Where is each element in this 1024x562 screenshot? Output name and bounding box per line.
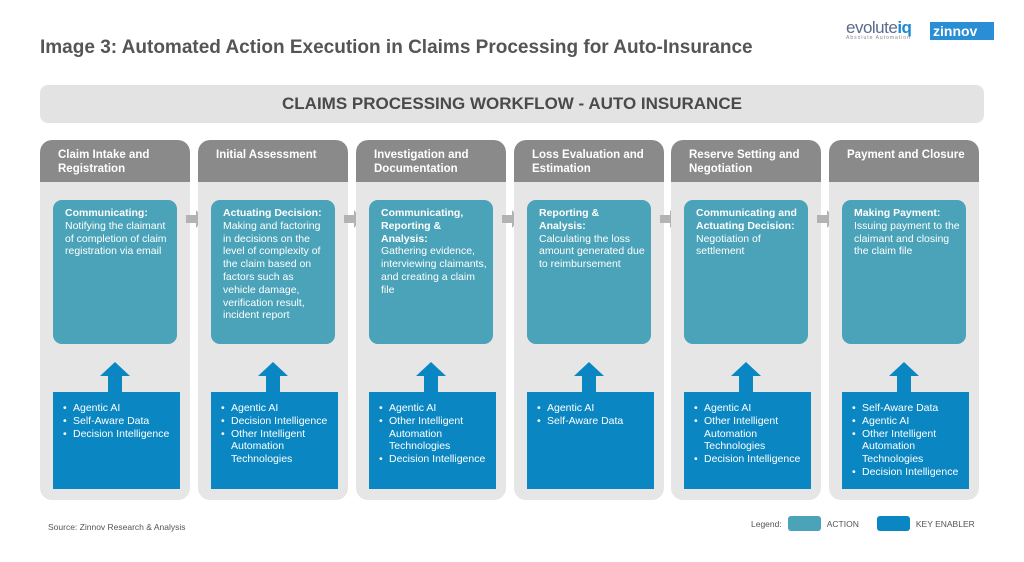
stage-column: Investigation and Documentation Communic… [356,140,506,500]
arrow-up-icon [731,362,761,392]
page-title: Image 3: Automated Action Execution in C… [40,37,753,58]
action-label: Making Payment: [854,207,941,219]
enabler-item: Other Intelligent Automation Technologie… [852,428,965,466]
action-box: Communicating: Notifying the claimant of … [53,200,177,344]
action-box: Communicating, Reporting & Analysis: Gath… [369,200,493,344]
action-text: Gathering evidence, interviewing claiman… [381,245,487,296]
action-label: Communicating: [65,207,148,219]
key-enabler-box: Agentic AIDecision IntelligenceOther Int… [211,392,338,489]
action-box: Communicating and Actuating Decision: Neg… [684,200,808,344]
action-text: Notifying the claimant of completion of … [65,219,167,258]
enabler-item: Agentic AI [852,415,965,428]
enabler-item: Self-Aware Data [63,415,176,428]
stage-title: Initial Assessment [198,140,348,182]
action-text: Making and factoring in decisions on the… [223,219,321,322]
enabler-item: Agentic AI [537,402,650,415]
action-box: Reporting & Analysis: Calculating the los… [527,200,651,344]
arrow-up-icon [416,362,446,392]
enabler-item: Decision Intelligence [63,428,176,441]
enabler-item: Other Intelligent Automation Technologie… [379,415,492,453]
action-label: Reporting & Analysis: [539,207,600,232]
action-text: Issuing payment to the claimant and clos… [854,219,960,258]
enabler-item: Agentic AI [694,402,807,415]
legend-enabler-swatch [876,516,910,531]
legend-enabler-label: KEY ENABLER [915,518,975,529]
enabler-item: Decision Intelligence [379,453,492,466]
key-enabler-box: Agentic AISelf-Aware DataDecision Intell… [53,392,180,489]
legend-action-swatch [787,516,821,531]
stage-title: Loss Evaluation and Estimation [514,140,664,182]
enabler-item: Self-Aware Data [852,402,965,415]
action-box: Making Payment: Issuing payment to the cl… [842,200,966,344]
stage-title: Investigation and Documentation [356,140,506,182]
enabler-item: Self-Aware Data [537,415,650,428]
key-enabler-box: Agentic AIOther Intelligent Automation T… [684,392,811,489]
action-label: Communicating and Actuating Decision: [696,207,797,232]
key-enabler-box: Agentic AIOther Intelligent Automation T… [369,392,496,489]
enabler-item: Agentic AI [63,402,176,415]
legend-label: Legend: [751,518,782,529]
stage-column: Reserve Setting and Negotiation Communic… [671,140,821,500]
key-enabler-box: Agentic AISelf-Aware Data [527,392,654,489]
enabler-item: Other Intelligent Automation Technologie… [694,415,807,453]
arrow-up-icon [100,362,130,392]
arrow-up-icon [258,362,288,392]
legend: Legend: ACTION KEY ENABLER [751,516,975,531]
enabler-item: Decision Intelligence [852,466,965,479]
action-label: Communicating, Reporting & Analysis: [381,207,464,245]
legend-action-label: ACTION [826,518,859,529]
stage-column: Claim Intake and Registration Communicat… [40,140,190,500]
stage-title: Reserve Setting and Negotiation [671,140,821,182]
arrow-up-icon [574,362,604,392]
evoluteiq-logo: evoluteiq Absolute Automation [846,18,912,41]
source-note: Source: Zinnov Research & Analysis [48,522,186,532]
stage-column: Loss Evaluation and Estimation Reporting… [514,140,664,500]
enabler-item: Agentic AI [221,402,334,415]
enabler-item: Agentic AI [379,402,492,415]
stage-column: Payment and Closure Making Payment: Issui… [829,140,979,500]
action-text: Negotiation of settlement [696,232,761,258]
key-enabler-box: Self-Aware DataAgentic AIOther Intellige… [842,392,969,489]
stage-title: Claim Intake and Registration [40,140,190,182]
action-label: Actuating Decision: [223,207,322,219]
stage-column: Initial Assessment Actuating Decision: Ma… [198,140,348,500]
stage-title: Payment and Closure [829,140,979,182]
enabler-item: Other Intelligent Automation Technologie… [221,428,334,466]
action-box: Actuating Decision: Making and factoring … [211,200,335,344]
zinnov-logo: zinnov [930,22,994,40]
workflow-banner: CLAIMS PROCESSING WORKFLOW - AUTO INSURA… [40,85,984,123]
arrow-up-icon [889,362,919,392]
enabler-item: Decision Intelligence [221,415,334,428]
enabler-item: Decision Intelligence [694,453,807,466]
action-text: Calculating the loss amount generated du… [539,232,645,271]
